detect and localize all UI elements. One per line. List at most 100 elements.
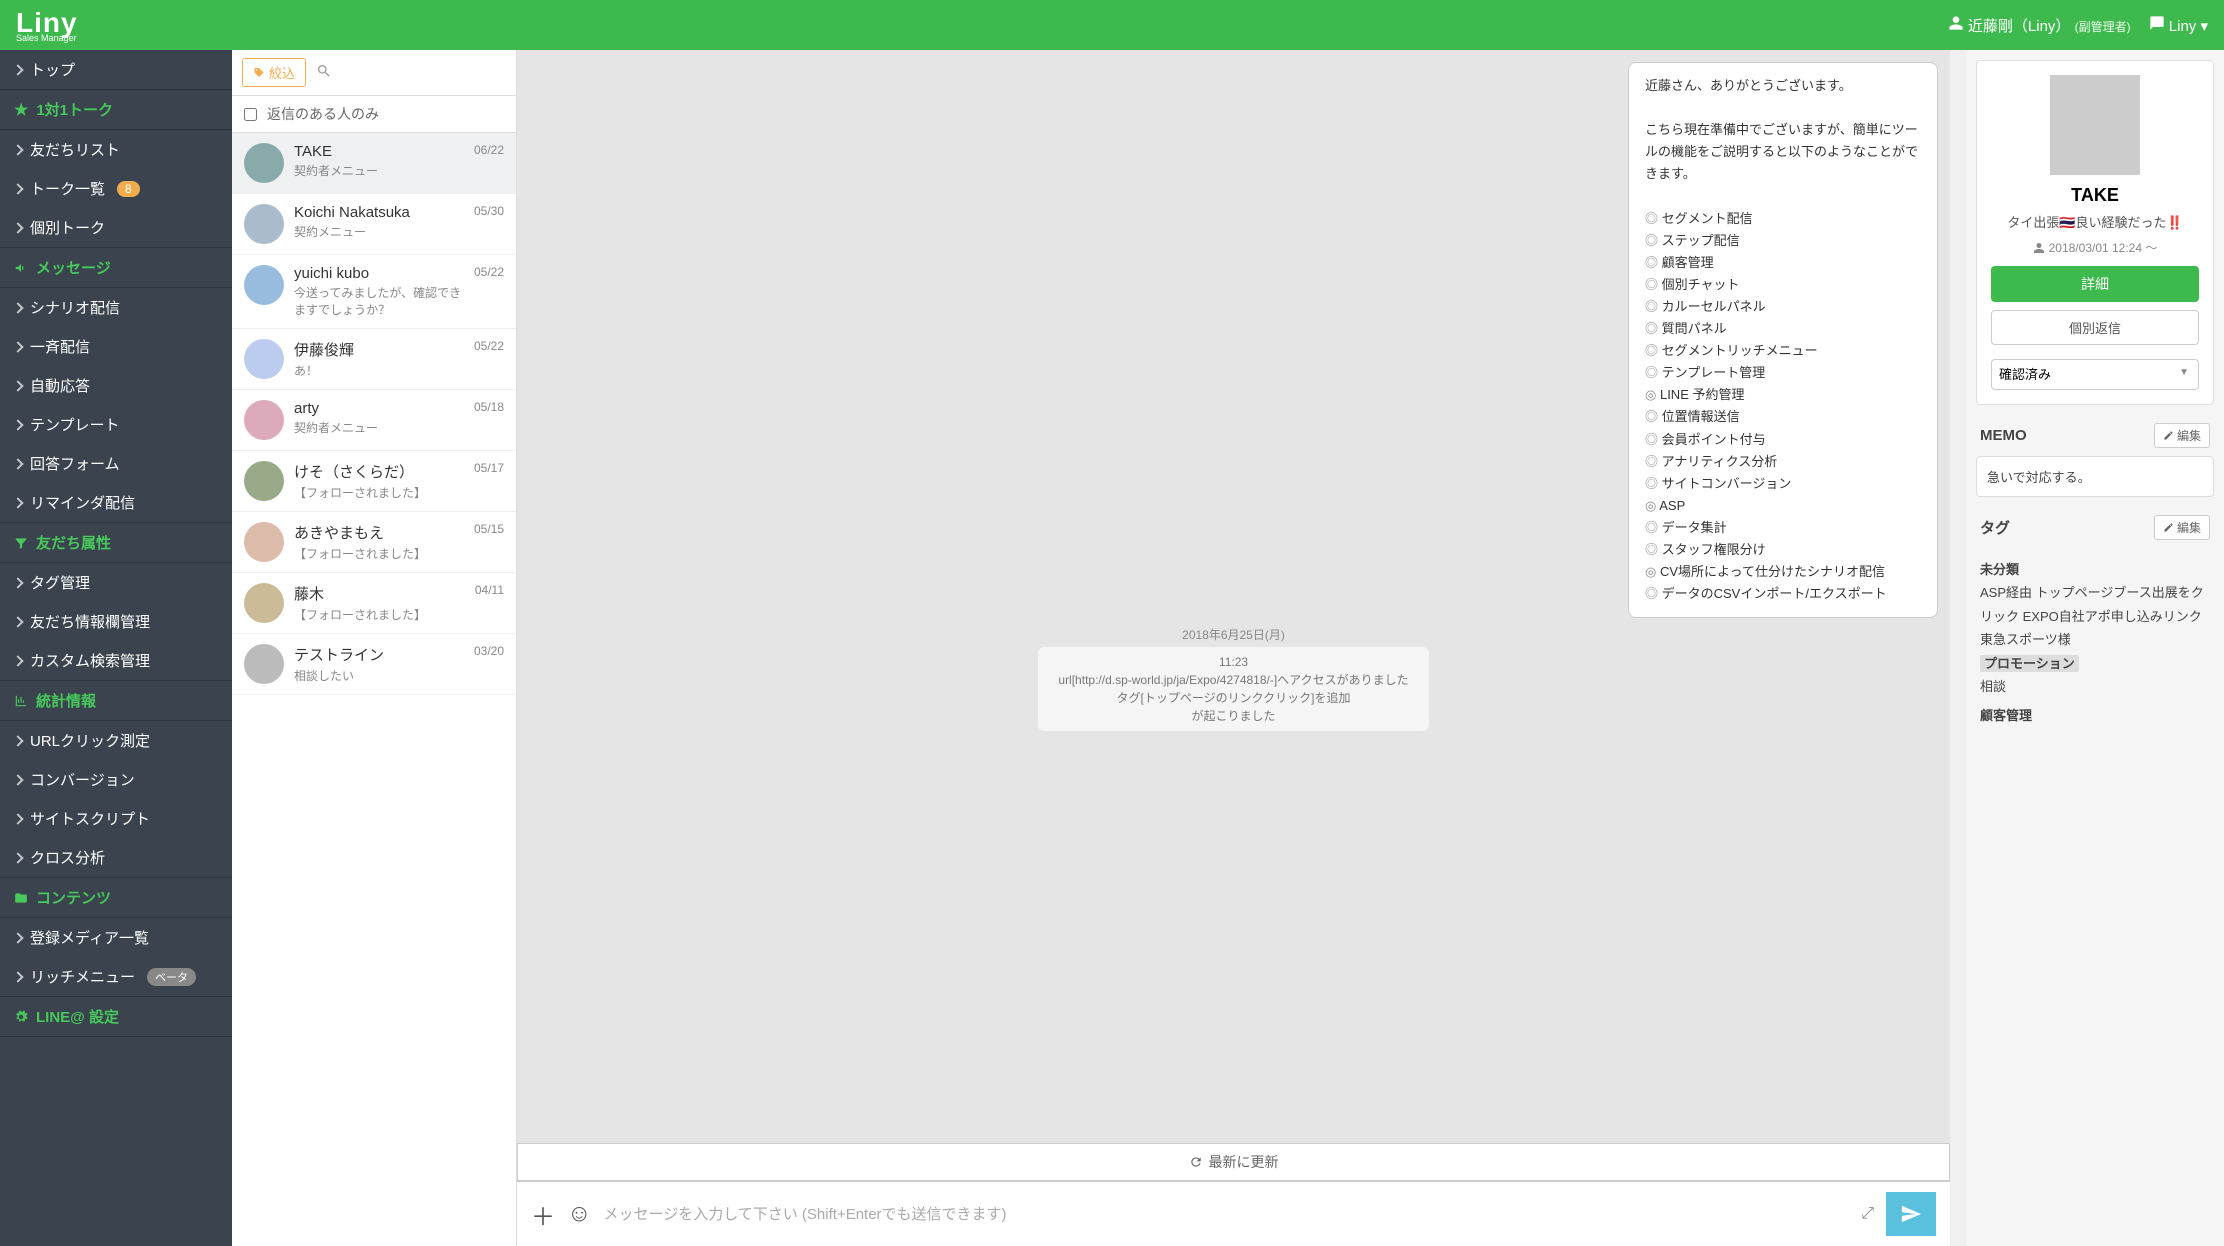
feature-item: カルーセルパネル — [1645, 296, 1921, 318]
expand-button[interactable]: ⤢ — [1861, 1205, 1874, 1223]
nav-section[interactable]: LINE@ 設定 — [0, 996, 232, 1037]
nav-section[interactable]: 統計情報 — [0, 680, 232, 721]
memo-section: MEMO 編集 急いで対応する。 — [1976, 415, 2214, 497]
person-icon — [2033, 242, 2045, 254]
chat-column: 近藤さん、ありがとうございます。 こちら現在準備中でございますが、簡単にツールの… — [517, 50, 1950, 1246]
detail-avatar — [2050, 75, 2140, 175]
feature-item: セグメントリッチメニュー — [1645, 340, 1921, 362]
talk-item[interactable]: TAKE 契約者メニュー 06/22 — [232, 133, 516, 194]
nav-item[interactable]: シナリオ配信 — [0, 288, 232, 327]
nav-section[interactable]: メッセージ — [0, 247, 232, 288]
app-header: Liny Sales Manager 近藤剛（Liny） (副管理者) Liny… — [0, 0, 2224, 50]
nav-item[interactable]: リッチメニューベータ — [0, 957, 232, 996]
current-user[interactable]: 近藤剛（Liny） (副管理者) — [1948, 15, 2131, 36]
detail-status: タイ出張🇹🇭良い経験だった‼️ — [1991, 212, 2199, 231]
feature-item: ASP — [1645, 495, 1921, 517]
add-attachment-button[interactable]: ＋ — [531, 1197, 555, 1232]
nav-item[interactable]: 友だちリスト — [0, 130, 232, 169]
nav-item[interactable]: カスタム検索管理 — [0, 641, 232, 680]
feature-item: ステップ配信 — [1645, 230, 1921, 252]
header-chat-link[interactable]: Liny ▾ — [2149, 15, 2208, 35]
nav-item[interactable]: 回答フォーム — [0, 444, 232, 483]
nav-item[interactable]: URLクリック測定 — [0, 721, 232, 760]
detail-button[interactable]: 詳細 — [1991, 266, 2199, 302]
nav-item[interactable]: サイトスクリプト — [0, 799, 232, 838]
talk-date: 06/22 — [474, 143, 504, 183]
feature-item: 会員ポイント付与 — [1645, 429, 1921, 451]
nav-item[interactable]: テンプレート — [0, 405, 232, 444]
logo: Liny Sales Manager — [16, 7, 78, 43]
message-input-bar: ＋ ☺ ⤢ — [517, 1181, 1950, 1246]
talk-item[interactable]: テストライン相談したい03/20 — [232, 634, 516, 695]
talk-item[interactable]: あきやまもえ【フォローされました】05/15 — [232, 512, 516, 573]
filter-button[interactable]: 絞込 — [242, 58, 306, 87]
talk-item[interactable]: yuichi kubo今送ってみましたが、確認できますでしょうか？05/22 — [232, 255, 516, 329]
send-button[interactable] — [1886, 1192, 1936, 1236]
nav-item[interactable]: トーク一覧8 — [0, 169, 232, 208]
message-intro: 近藤さん、ありがとうございます。 — [1645, 75, 1921, 97]
talk-name: 伊藤俊輝 — [294, 339, 464, 360]
nav-item[interactable]: タグ管理 — [0, 563, 232, 602]
nav-item[interactable]: リマインダ配信 — [0, 483, 232, 522]
talk-date: 03/20 — [474, 644, 504, 684]
talk-date: 05/17 — [474, 461, 504, 501]
nav-item[interactable]: 個別トーク — [0, 208, 232, 247]
feature-item: 個別チャット — [1645, 274, 1921, 296]
feature-item: データのCSVインポート/エクスポート — [1645, 583, 1921, 605]
nav-item[interactable]: クロス分析 — [0, 838, 232, 877]
talk-date: 05/30 — [474, 204, 504, 244]
user-icon — [1948, 15, 1964, 31]
nav-item[interactable]: コンバージョン — [0, 760, 232, 799]
feature-item: LINE 予約管理 — [1645, 384, 1921, 406]
reply-only-filter[interactable]: 返信のある人のみ — [232, 96, 516, 133]
talk-item[interactable]: けそ（さくらだ）【フォローされました】05/17 — [232, 451, 516, 512]
talk-item[interactable]: 伊藤俊輝あ！05/22 — [232, 329, 516, 390]
talk-preview: 【フォローされました】 — [294, 545, 464, 562]
talk-preview: あ！ — [294, 362, 464, 379]
status-select[interactable]: 確認済み — [1991, 359, 2199, 390]
tag-body: 未分類 ASP経由 トップページブース出展をクリック EXPO自社アポ申し込みリ… — [1976, 548, 2214, 732]
avatar — [244, 400, 284, 440]
nav-item[interactable]: 一斉配信 — [0, 327, 232, 366]
talk-preview: 契約メニュー — [294, 223, 464, 240]
talk-preview: 【フォローされました】 — [294, 484, 464, 501]
nav-item[interactable]: トップ — [0, 50, 232, 89]
tag-edit-button[interactable]: 編集 — [2154, 515, 2210, 540]
edit-icon — [2163, 430, 2174, 441]
feature-item: サイトコンバージョン — [1645, 473, 1921, 495]
nav-section[interactable]: ★1対1トーク — [0, 89, 232, 130]
search-button[interactable] — [316, 63, 332, 82]
talk-preview: 契約者メニュー — [294, 162, 464, 179]
talk-list-column: 絞込 返信のある人のみ TAKE 契約者メニュー 06/22 Koichi Nakat… — [232, 50, 517, 1246]
talk-item[interactable]: 藤木【フォローされました】04/11 — [232, 573, 516, 634]
avatar — [244, 339, 284, 379]
memo-edit-button[interactable]: 編集 — [2154, 423, 2210, 448]
feature-item: CV場所によって仕分けたシナリオ配信 — [1645, 561, 1921, 583]
nav-section[interactable]: コンテンツ — [0, 877, 232, 918]
emoji-button[interactable]: ☺ — [567, 1200, 592, 1228]
individual-reply-button[interactable]: 個別返信 — [1991, 310, 2199, 345]
nav-section[interactable]: 友だち属性 — [0, 522, 232, 563]
talk-item[interactable]: arty契約者メニュー05/18 — [232, 390, 516, 451]
refresh-button[interactable]: 最新に更新 — [517, 1143, 1950, 1181]
message-input[interactable] — [604, 1206, 1850, 1223]
detail-column: TAKE タイ出張🇹🇭良い経験だった‼️ 2018/03/01 12:24 〜 … — [1966, 50, 2224, 1246]
talk-name: arty — [294, 400, 464, 417]
talk-name: Koichi Nakatsuka — [294, 204, 464, 221]
memo-title: MEMO — [1980, 427, 2027, 444]
talk-name: TAKE — [294, 143, 464, 160]
message-body: こちら現在準備中でございますが、簡単にツールの機能をご説明すると以下のようなこと… — [1645, 119, 1921, 185]
event-log: 11:23 url[http://d.sp-world.jp/ja/Expo/4… — [1038, 647, 1428, 731]
reply-only-checkbox[interactable] — [244, 108, 257, 121]
nav-item[interactable]: 友だち情報欄管理 — [0, 602, 232, 641]
talk-date: 05/15 — [474, 522, 504, 562]
sidebar-nav: トップ★1対1トーク友だちリストトーク一覧8個別トークメッセージシナリオ配信一斉… — [0, 50, 232, 1246]
talk-item[interactable]: Koichi Nakatsuka 契約メニュー 05/30 — [232, 194, 516, 255]
talk-preview: 相談したい — [294, 667, 464, 684]
nav-item[interactable]: 自動応答 — [0, 366, 232, 405]
talk-preview: 契約者メニュー — [294, 419, 464, 436]
nav-item[interactable]: 登録メディア一覧 — [0, 918, 232, 957]
talk-name: 藤木 — [294, 583, 465, 604]
feature-item: 顧客管理 — [1645, 252, 1921, 274]
refresh-icon — [1189, 1155, 1203, 1169]
